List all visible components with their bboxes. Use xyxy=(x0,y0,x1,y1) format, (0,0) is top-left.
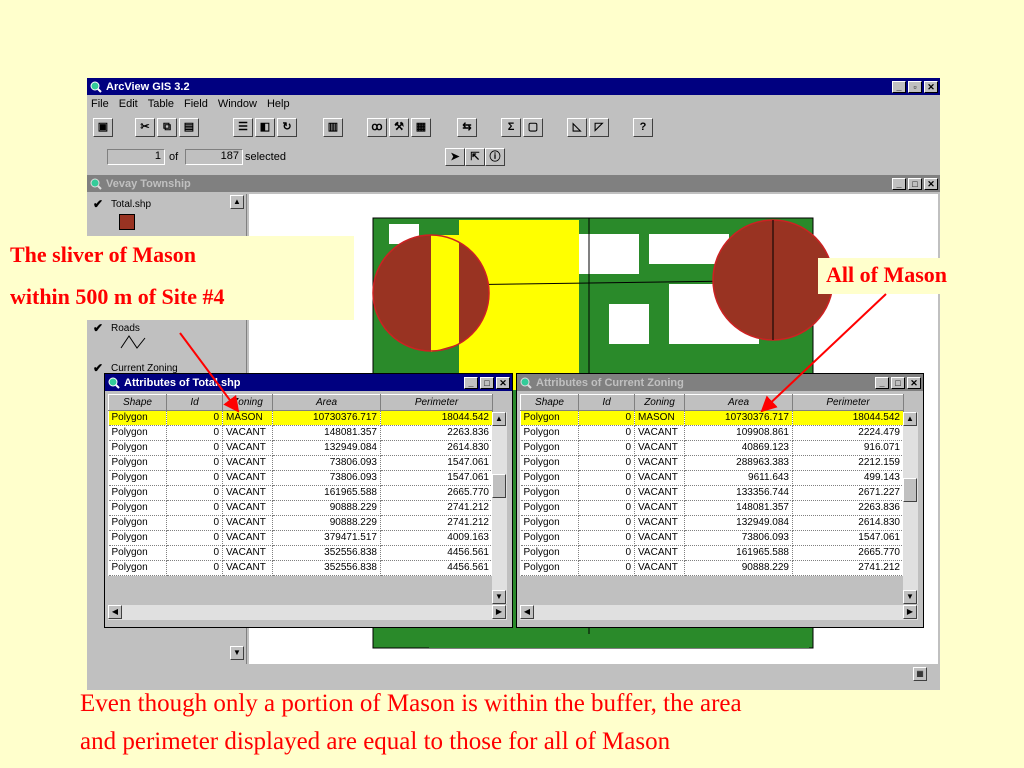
annotation-arrows xyxy=(179,293,887,413)
arrow-sliver xyxy=(179,332,240,413)
caption-line2: and perimeter displayed are equal to tho… xyxy=(80,728,671,755)
arrow-all-mason xyxy=(760,293,887,413)
caption-line1: Even though only a portion of Mason is w… xyxy=(80,690,742,717)
